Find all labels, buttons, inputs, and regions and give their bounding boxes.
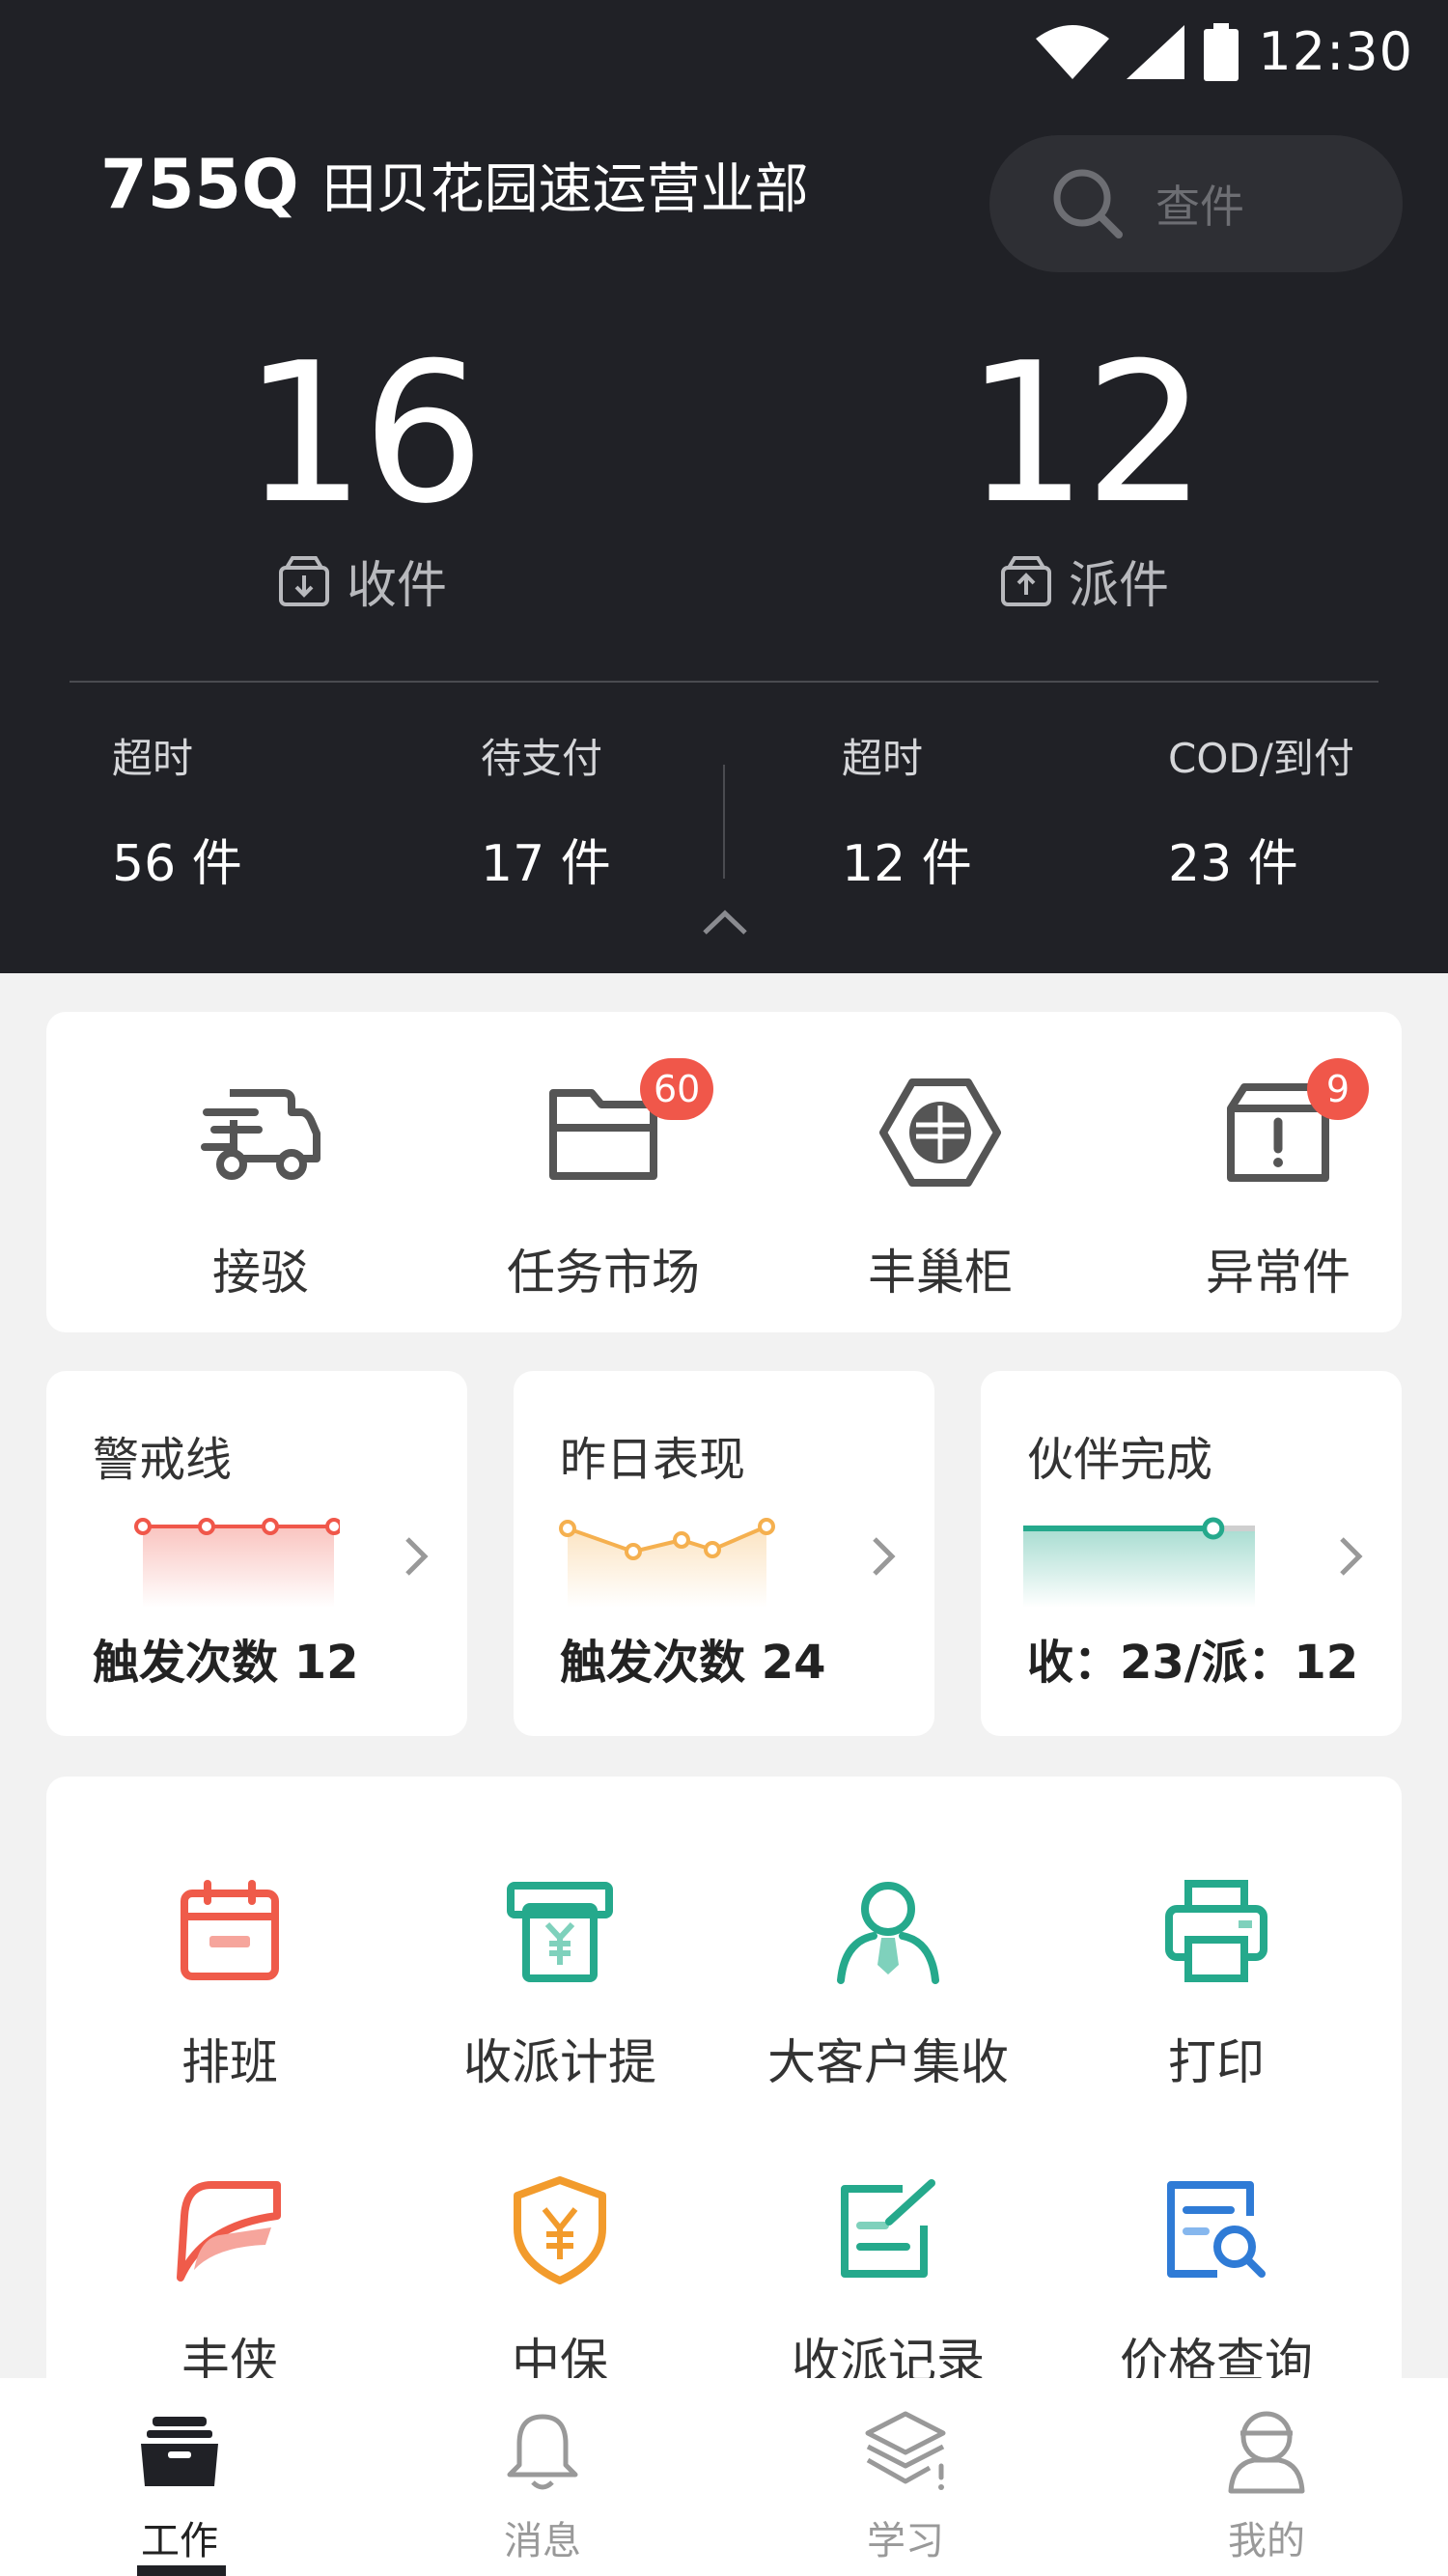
bottom-tab-bar: 工作 消息 学习 我的 xyxy=(0,2378,1448,2576)
profile-icon xyxy=(1228,2411,1305,2494)
receive-count: 16 xyxy=(242,322,486,546)
department-title: 755Q 田贝花园速运营业部 xyxy=(100,145,809,224)
dispatch-stat[interactable]: 12 派件 xyxy=(843,328,1325,617)
tool-price-search[interactable]: 价格查询 xyxy=(1052,2172,1380,2393)
quick-action-task-market[interactable]: 60 任务市场 xyxy=(459,1058,748,1303)
battery-icon xyxy=(1204,22,1239,81)
inbox-dispatch-icon xyxy=(1000,555,1051,606)
header: 12:30 755Q 田贝花园速运营业部 查件 16 收件 12 派件 超时 5… xyxy=(0,0,1448,973)
quick-action-locker[interactable]: 丰巢柜 xyxy=(795,1070,1085,1303)
tool-big-customer[interactable]: 大客户集收 xyxy=(724,1873,1052,2093)
receive-stat[interactable]: 16 收件 xyxy=(121,328,603,617)
alert-line-sparkline xyxy=(134,1518,340,1608)
quick-action-exception[interactable]: 9 异常件 xyxy=(1133,1058,1423,1303)
tool-fengxia[interactable]: 丰侠 xyxy=(66,2172,394,2393)
tool-records[interactable]: 收派记录 xyxy=(724,2172,1052,2393)
task-market-badge: 60 xyxy=(640,1058,714,1120)
partner-progress-bar xyxy=(1023,1517,1255,1608)
tool-insurance[interactable]: 中保 xyxy=(396,2172,724,2393)
collapse-chevron-up-icon[interactable] xyxy=(701,908,749,937)
bell-icon xyxy=(507,2414,578,2490)
search-icon xyxy=(1053,169,1123,238)
exception-badge: 9 xyxy=(1307,1058,1369,1120)
search-placeholder: 查件 xyxy=(1156,181,1244,233)
receive-label: 收件 xyxy=(346,557,447,615)
active-tab-indicator xyxy=(137,2565,226,2576)
printer-icon xyxy=(1165,1880,1267,1982)
status-bar: 12:30 xyxy=(1036,21,1413,82)
tab-work[interactable]: 工作 xyxy=(35,2403,324,2565)
signal-icon xyxy=(1127,24,1185,79)
chevron-right-icon xyxy=(1340,1537,1363,1576)
alert-line-card[interactable]: 警戒线 触发次数 12 xyxy=(46,1371,467,1736)
dispatch-label: 派件 xyxy=(1068,557,1169,615)
department-code: 755Q xyxy=(100,145,299,224)
header-divider xyxy=(70,681,1378,683)
calendar-icon xyxy=(181,1880,279,1980)
fengxia-icon xyxy=(177,2181,281,2282)
tool-schedule[interactable]: 排班 xyxy=(66,1873,394,2093)
payment-icon xyxy=(507,1882,613,1982)
tab-profile[interactable]: 我的 xyxy=(1122,2403,1411,2565)
tool-commission[interactable]: 收派计提 xyxy=(396,1873,724,2093)
truck-icon xyxy=(201,1089,320,1180)
partner-completion-card[interactable]: 伙伴完成 收：23/派：12 xyxy=(981,1371,1402,1736)
header-vertical-divider xyxy=(723,765,725,879)
wifi-icon xyxy=(1036,24,1110,79)
tab-messages[interactable]: 消息 xyxy=(398,2403,687,2565)
receive-overtime-stat[interactable]: 超时 56 件 xyxy=(112,734,242,895)
inbox-receive-icon xyxy=(278,555,329,606)
insurance-shield-icon xyxy=(514,2176,606,2284)
quick-actions-card: 接驳 60 任务市场 丰巢柜 9 异常件 xyxy=(46,1012,1402,1332)
yesterday-performance-card[interactable]: 昨日表现 触发次数 24 xyxy=(514,1371,934,1736)
status-time: 12:30 xyxy=(1258,21,1413,82)
dispatch-count: 12 xyxy=(964,322,1208,546)
tool-print[interactable]: 打印 xyxy=(1052,1873,1380,2093)
learn-icon xyxy=(865,2411,946,2490)
performance-sparkline xyxy=(559,1518,775,1608)
chevron-right-icon xyxy=(405,1537,429,1576)
work-icon xyxy=(141,2417,218,2486)
record-edit-icon xyxy=(841,2179,935,2278)
cod-stat[interactable]: COD/到付 23 件 xyxy=(1168,734,1354,895)
tab-learn[interactable]: 学习 xyxy=(761,2403,1050,2565)
search-input[interactable]: 查件 xyxy=(989,135,1403,272)
locker-icon xyxy=(879,1078,1001,1187)
dispatch-overtime-stat[interactable]: 超时 12 件 xyxy=(842,734,972,895)
pending-payment-stat[interactable]: 待支付 17 件 xyxy=(481,734,611,895)
department-name: 田贝花园速运营业部 xyxy=(321,158,809,221)
quick-action-transfer[interactable]: 接驳 xyxy=(116,1070,405,1303)
chevron-right-icon xyxy=(873,1537,896,1576)
customer-icon xyxy=(837,1882,939,1984)
price-search-icon xyxy=(1167,2181,1266,2278)
partner-progress-knob xyxy=(1202,1517,1225,1540)
